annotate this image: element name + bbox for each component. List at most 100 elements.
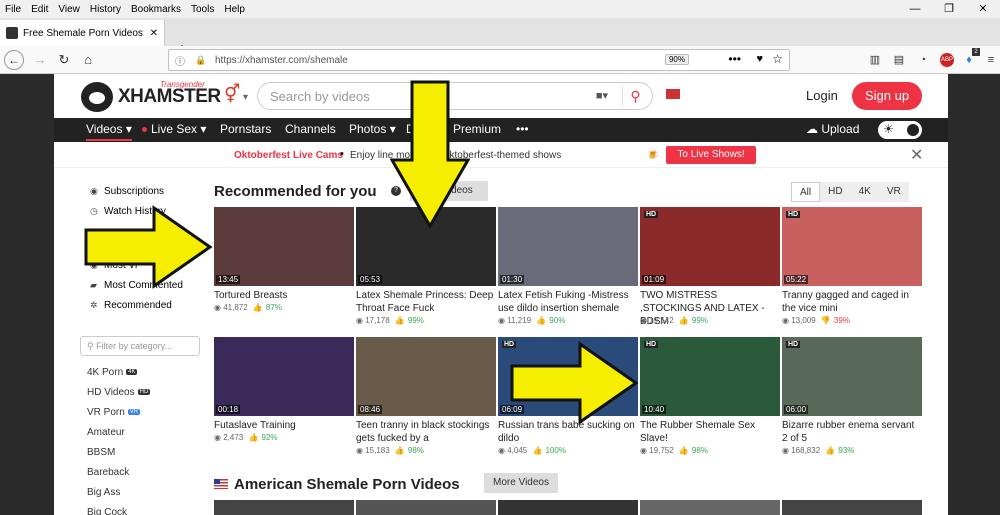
filter-4k[interactable]: 4K xyxy=(851,182,879,202)
nav-live-sex[interactable]: Live Sex ▾ xyxy=(142,122,206,136)
menu-view[interactable]: View xyxy=(53,4,85,15)
video-meta: ◉ 4,045 👍 100% xyxy=(498,446,566,455)
video-thumbnail[interactable]: HD 06:00 xyxy=(782,337,922,416)
nav-more[interactable]: ••• xyxy=(516,122,529,136)
video-thumbnail[interactable]: 08:46 xyxy=(356,337,496,416)
category-vr-porn[interactable]: VR Porn VR xyxy=(87,407,141,418)
language-flag-icon[interactable] xyxy=(666,89,680,99)
bookmark-star-icon[interactable]: ☆ xyxy=(772,52,783,66)
video-thumbnail[interactable] xyxy=(640,500,780,515)
gender-icon[interactable]: ⚥ ▾ xyxy=(224,84,248,105)
video-thumbnail[interactable]: HD 10:40 xyxy=(640,337,780,416)
category-bareback[interactable]: Bareback xyxy=(87,467,129,478)
site-logo[interactable]: XHAMSTER xyxy=(118,86,221,108)
sidebar-item-subscriptions[interactable]: ◉ Subscriptions xyxy=(90,186,164,197)
us-flag-icon xyxy=(214,479,228,489)
category-big-cock[interactable]: Big Cock xyxy=(87,507,127,515)
category-bbsm[interactable]: BBSM xyxy=(87,447,115,458)
video-card[interactable]: 13:45 Tortured Breasts ◉ 41,872 👍 87% xyxy=(214,207,354,332)
nav-videos[interactable]: Videos ▾ xyxy=(86,122,132,141)
category-filter-input[interactable]: ⚲ Filter by category... xyxy=(80,336,200,356)
menu-icon[interactable]: ≡ xyxy=(984,53,998,67)
video-thumbnail[interactable]: 00:18 xyxy=(214,337,354,416)
minimize-icon[interactable]: — xyxy=(898,0,932,18)
video-thumbnail[interactable] xyxy=(356,500,496,515)
video-card[interactable]: 00:18 Futaslave Training ◉ 2,473 👍 92% xyxy=(214,337,354,462)
login-link[interactable]: Login xyxy=(806,88,838,103)
menu-edit[interactable]: Edit xyxy=(26,4,53,15)
nav-toolbar: ← → ↻ ⌂ ⓘ 🔒 https://xhamster.com/shemale… xyxy=(0,46,1000,74)
filter-hd[interactable]: HD xyxy=(820,182,850,202)
video-duration: 01:30 xyxy=(500,275,525,284)
recommended-icon: ✲ xyxy=(90,300,98,310)
category-4k-porn[interactable]: 4K Porn 4K xyxy=(87,367,138,378)
hamster-logo-icon[interactable] xyxy=(81,82,113,112)
video-card[interactable]: HD 06:00 Bizarre rubber enema servant 2 … xyxy=(782,337,922,462)
video-thumbnail[interactable] xyxy=(498,500,638,515)
sidebar-item-recommended[interactable]: ✲ Recommended xyxy=(90,300,172,311)
zoom-level[interactable]: 90% xyxy=(664,54,689,65)
back-icon[interactable]: ← xyxy=(4,50,24,70)
nav-pornstars[interactable]: Pornstars xyxy=(220,122,271,136)
category-amateur[interactable]: Amateur xyxy=(87,427,125,438)
video-duration: 00:18 xyxy=(216,405,241,414)
category-big-ass[interactable]: Big Ass xyxy=(87,487,120,498)
url-bar[interactable]: ⓘ 🔒 https://xhamster.com/shemale 90% •••… xyxy=(168,49,790,71)
more-videos-button-2[interactable]: More Videos xyxy=(484,473,558,493)
home-icon[interactable]: ⌂ xyxy=(78,50,98,70)
menu-history[interactable]: History xyxy=(85,4,126,15)
sync-icon[interactable]: ◔ xyxy=(916,53,930,67)
filter-vr[interactable]: VR xyxy=(879,182,909,202)
menu-help[interactable]: Help xyxy=(219,4,250,15)
adblock-icon[interactable]: ABP xyxy=(940,53,954,67)
video-card[interactable]: HD 01:09 TWO MISTRESS ,STOCKINGS AND LAT… xyxy=(640,207,780,332)
video-thumbnail[interactable]: 01:30 xyxy=(498,207,638,286)
signup-button[interactable]: Sign up xyxy=(852,82,922,110)
nav-channels[interactable]: Channels xyxy=(285,122,336,136)
video-title[interactable]: Tranny gagged and caged in the vice mini xyxy=(782,289,922,315)
upload-button[interactable]: ☁ Upload xyxy=(806,122,859,136)
library-icon[interactable]: ▥ xyxy=(868,53,882,67)
camera-icon[interactable]: ■▾ xyxy=(596,89,608,102)
video-title[interactable]: The Rubber Shemale Sex Slave! xyxy=(640,419,780,445)
filter-all[interactable]: All xyxy=(791,182,821,202)
video-title[interactable]: Bizarre rubber enema servant 2 of 5 xyxy=(782,419,922,445)
menu-bookmarks[interactable]: Bookmarks xyxy=(126,4,186,15)
video-title[interactable]: Futaslave Training xyxy=(214,419,354,432)
video-card[interactable]: 01:30 Latex Fetish Fuking -Mistress use … xyxy=(498,207,638,332)
reload-icon[interactable]: ↻ xyxy=(54,50,74,70)
to-live-shows-button[interactable]: To Live Shows! xyxy=(666,146,756,164)
close-icon[interactable]: ✕ xyxy=(910,145,923,165)
close-window-icon[interactable]: ✕ xyxy=(966,0,1000,18)
browser-tab[interactable]: Free Shemale Porn Videos: Tra ✕ xyxy=(0,20,165,46)
promo-title[interactable]: Oktoberfest Live Cams xyxy=(234,150,343,161)
category-hd-videos[interactable]: HD Videos HD xyxy=(87,387,151,398)
video-card[interactable]: HD 05:22 Tranny gagged and caged in the … xyxy=(782,207,922,332)
video-thumbnail[interactable] xyxy=(214,500,354,515)
video-thumbnail[interactable]: 13:45 xyxy=(214,207,354,286)
video-title[interactable]: Latex Fetish Fuking -Mistress use dildo … xyxy=(498,289,638,315)
menu-tools[interactable]: Tools xyxy=(186,4,219,15)
pocket-icon[interactable]: ♥ xyxy=(756,53,763,65)
menu-file[interactable]: File xyxy=(0,4,26,15)
video-title[interactable]: Teen tranny in black stockings gets fuck… xyxy=(356,419,496,445)
video-card[interactable]: 08:46 Teen tranny in black stockings get… xyxy=(356,337,496,462)
rating-value: 99% xyxy=(691,316,708,325)
page-actions-icon[interactable]: ••• xyxy=(728,52,741,66)
video-thumbnail[interactable]: HD 05:22 xyxy=(782,207,922,286)
forward-icon[interactable]: → xyxy=(30,50,50,70)
rating-value: 98% xyxy=(691,446,708,455)
tab-close-icon[interactable]: ✕ xyxy=(150,28,158,39)
video-title[interactable]: Latex Shemale Princess: Deep Throat Face… xyxy=(356,289,496,315)
search-icon[interactable]: ⚲ xyxy=(622,86,644,106)
nav-photos[interactable]: Photos ▾ xyxy=(349,122,396,136)
sidebar-icon[interactable]: ▤ xyxy=(892,53,906,67)
info-icon[interactable]: ⓘ xyxy=(175,53,185,68)
restore-icon[interactable]: ❐ xyxy=(932,0,966,18)
video-thumbnail[interactable]: HD 01:09 xyxy=(640,207,780,286)
video-title[interactable]: Tortured Breasts xyxy=(214,289,354,302)
video-card[interactable]: HD 10:40 The Rubber Shemale Sex Slave! ◉… xyxy=(640,337,780,462)
video-duration: 06:00 xyxy=(784,405,809,414)
video-thumbnail[interactable] xyxy=(782,500,922,515)
view-count: 13,009 xyxy=(791,316,816,325)
